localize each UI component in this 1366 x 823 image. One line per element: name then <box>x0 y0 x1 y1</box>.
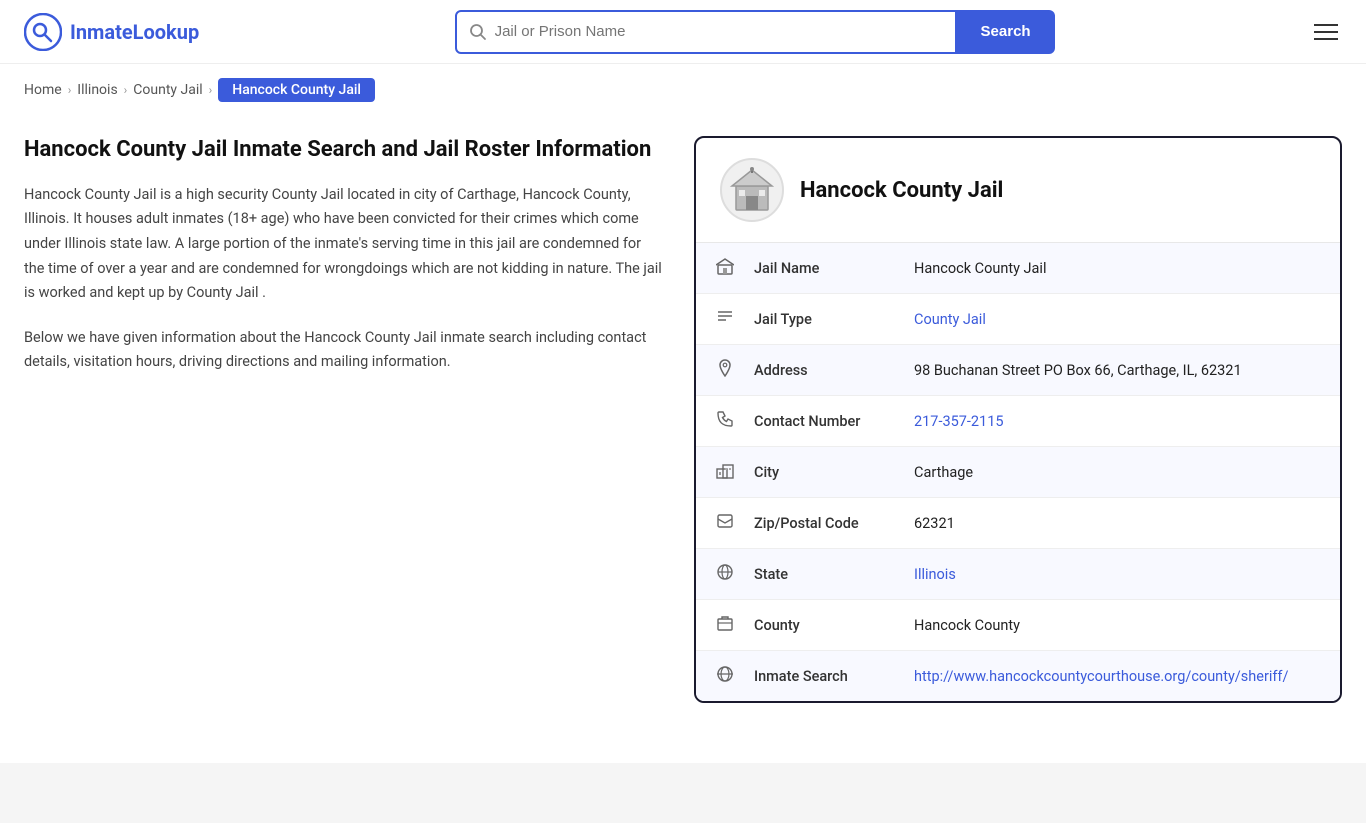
row-label: City <box>734 447 894 498</box>
page-title: Hancock County Jail Inmate Search and Ja… <box>24 136 664 165</box>
row-value: Carthage <box>894 447 1340 498</box>
left-panel: Hancock County Jail Inmate Search and Ja… <box>24 136 664 375</box>
row-icon-cell <box>696 345 734 396</box>
hamburger-line-3 <box>1314 38 1338 40</box>
hamburger-line-1 <box>1314 24 1338 26</box>
row-icon-cell <box>696 549 734 600</box>
row-label: Address <box>734 345 894 396</box>
card-header: Hancock County Jail <box>696 138 1340 243</box>
row-value: Hancock County Jail <box>894 243 1340 294</box>
row-icon-cell <box>696 396 734 447</box>
table-row: City Carthage <box>696 447 1340 498</box>
table-row: Inmate Search http://www.hancockcountyco… <box>696 651 1340 702</box>
table-row: Zip/Postal Code 62321 <box>696 498 1340 549</box>
breadcrumb: Home › Illinois › County Jail › Hancock … <box>0 64 1366 116</box>
logo-text: InmateLookup <box>70 20 199 44</box>
description-2: Below we have given information about th… <box>24 326 664 375</box>
logo[interactable]: InmateLookup <box>24 13 199 51</box>
table-row: County Hancock County <box>696 600 1340 651</box>
table-row: State Illinois <box>696 549 1340 600</box>
hamburger-line-2 <box>1314 31 1338 33</box>
search-icon <box>469 23 487 41</box>
row-value: 62321 <box>894 498 1340 549</box>
logo-icon <box>24 13 62 51</box>
jail-card-title: Hancock County Jail <box>800 178 1003 203</box>
row-icon-cell <box>696 600 734 651</box>
info-table: Jail Name Hancock County Jail Jail Type … <box>696 243 1340 701</box>
table-row: Contact Number 217-357-2115 <box>696 396 1340 447</box>
breadcrumb-illinois[interactable]: Illinois <box>77 82 117 98</box>
building-icon <box>728 166 776 214</box>
search-area: Search <box>455 10 1055 54</box>
description-1: Hancock County Jail is a high security C… <box>24 183 664 306</box>
header: InmateLookup Search <box>0 0 1366 64</box>
row-label: Inmate Search <box>734 651 894 702</box>
value-link[interactable]: County Jail <box>914 311 986 328</box>
breadcrumb-chevron-2: › <box>124 83 128 97</box>
row-icon-cell <box>696 651 734 702</box>
value-link[interactable]: 217-357-2115 <box>914 413 1004 430</box>
row-label: Jail Type <box>734 294 894 345</box>
search-input[interactable] <box>495 23 943 40</box>
breadcrumb-chevron-1: › <box>68 83 72 97</box>
row-label: Jail Name <box>734 243 894 294</box>
row-value: 98 Buchanan Street PO Box 66, Carthage, … <box>894 345 1340 396</box>
main-content: Hancock County Jail Inmate Search and Ja… <box>0 116 1366 743</box>
row-label: Contact Number <box>734 396 894 447</box>
footer-bar <box>0 763 1366 823</box>
row-value[interactable]: 217-357-2115 <box>894 396 1340 447</box>
row-icon-cell <box>696 498 734 549</box>
row-icon-cell <box>696 243 734 294</box>
info-card: Hancock County Jail Jail Name Hancock Co… <box>694 136 1342 703</box>
breadcrumb-current: Hancock County Jail <box>218 78 375 102</box>
row-label: County <box>734 600 894 651</box>
row-value[interactable]: County Jail <box>894 294 1340 345</box>
row-label: State <box>734 549 894 600</box>
row-value[interactable]: Illinois <box>894 549 1340 600</box>
breadcrumb-home[interactable]: Home <box>24 82 62 98</box>
row-icon-cell <box>696 447 734 498</box>
row-value[interactable]: http://www.hancockcountycourthouse.org/c… <box>894 651 1340 702</box>
table-row: Jail Name Hancock County Jail <box>696 243 1340 294</box>
value-link[interactable]: Illinois <box>914 566 956 583</box>
search-button[interactable]: Search <box>957 10 1055 54</box>
breadcrumb-county-jail[interactable]: County Jail <box>133 82 202 98</box>
row-value: Hancock County <box>894 600 1340 651</box>
table-row: Jail Type County Jail <box>696 294 1340 345</box>
value-link[interactable]: http://www.hancockcountycourthouse.org/c… <box>914 668 1288 685</box>
breadcrumb-chevron-3: › <box>209 83 213 97</box>
jail-avatar <box>720 158 784 222</box>
table-row: Address 98 Buchanan Street PO Box 66, Ca… <box>696 345 1340 396</box>
row-label: Zip/Postal Code <box>734 498 894 549</box>
row-icon-cell <box>696 294 734 345</box>
search-wrapper <box>455 10 957 54</box>
hamburger-menu-button[interactable] <box>1310 20 1342 44</box>
